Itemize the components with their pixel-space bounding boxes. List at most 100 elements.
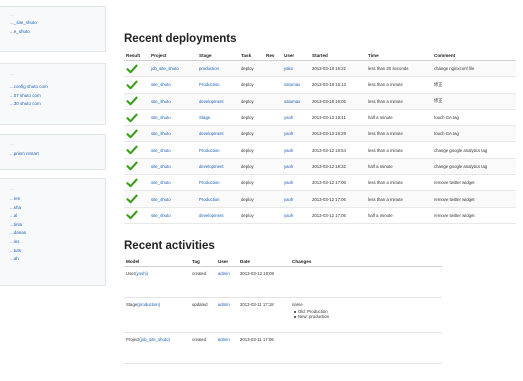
project-link[interactable]: job_site_shuto bbox=[149, 60, 197, 78]
user-link[interactable]: yaoh bbox=[282, 125, 310, 143]
column-header[interactable]: Time bbox=[366, 50, 432, 61]
column-header[interactable]: Result bbox=[124, 50, 149, 61]
check-icon bbox=[126, 194, 138, 204]
user-link[interactable]: admin bbox=[216, 332, 238, 364]
project-link[interactable]: site_shuto bbox=[149, 174, 197, 192]
stage-link[interactable]: Production bbox=[197, 141, 239, 159]
stage-link[interactable]: Production bbox=[197, 174, 239, 192]
changes-title: name bbox=[292, 302, 303, 307]
started-cell: 2013-03-13 18:41 bbox=[310, 109, 366, 127]
project-link[interactable]: site_shuto bbox=[149, 141, 197, 159]
column-header[interactable]: User bbox=[216, 256, 238, 267]
sidebar-link[interactable]: ...tinla bbox=[10, 222, 105, 228]
sidebar-link[interactable]: ...ah bbox=[10, 256, 105, 262]
sidebar-link[interactable]: ...ren bbox=[10, 196, 105, 202]
model-name: User bbox=[126, 271, 136, 276]
column-header[interactable]: Date bbox=[238, 256, 290, 267]
deployment-row[interactable]: site_shuto Production deploy yaoh 2013-03-12… bbox=[124, 190, 516, 208]
column-header[interactable]: User bbox=[282, 50, 310, 61]
sidebar-link[interactable]: ...danas bbox=[10, 230, 105, 236]
user-link[interactable]: yaoh bbox=[282, 141, 310, 159]
column-header[interactable]: Project bbox=[149, 50, 197, 61]
stage-link[interactable]: development bbox=[197, 93, 239, 110]
time-cell: less than a minute bbox=[366, 125, 432, 143]
column-header[interactable]: Model bbox=[124, 256, 190, 267]
column-header[interactable]: Comment bbox=[432, 50, 516, 61]
sidebar-link[interactable]: ...e_shuto bbox=[10, 29, 105, 35]
user-link[interactable]: yaoh bbox=[282, 174, 310, 192]
column-header[interactable]: Rev bbox=[264, 50, 282, 61]
deployment-row[interactable]: site_shuto Production deploy yaoh 2013-03-12… bbox=[124, 174, 516, 192]
user-link[interactable]: satomax bbox=[282, 93, 310, 110]
sidebar-link[interactable]: ...sha bbox=[10, 205, 105, 211]
model-name: Project bbox=[126, 337, 140, 342]
sidebar-link[interactable]: ...config shuto com bbox=[10, 84, 105, 90]
project-link[interactable]: site_shuto bbox=[149, 190, 197, 208]
user-link[interactable]: yaoh bbox=[282, 158, 310, 176]
deployment-row[interactable]: site_shuto Production deploy yaoh 2013-03-12… bbox=[124, 141, 516, 159]
task-cell: deploy bbox=[239, 109, 264, 127]
sidebar-section-tasks: ... ...prism restart bbox=[0, 134, 106, 170]
sidebar-link[interactable]: ...prism restart bbox=[10, 151, 105, 157]
column-header[interactable]: Changes bbox=[290, 256, 442, 267]
change-item: New: production bbox=[292, 314, 440, 320]
started-cell: 2013-03-12 17:06 bbox=[310, 190, 366, 208]
rev-cell bbox=[264, 190, 282, 208]
deployments-header-row: Result Project Stage Task Rev User Started Time… bbox=[124, 50, 516, 61]
time-cell: less than a minute bbox=[366, 76, 432, 94]
deployment-row[interactable]: site_shuto development deploy yaoh 2013-03-1… bbox=[124, 158, 516, 176]
comment-cell: remove twitter widget bbox=[432, 190, 516, 208]
deployment-row[interactable]: site_shuto development deploy satomax 2013-0… bbox=[124, 93, 516, 110]
user-link[interactable]: yaoh bbox=[282, 207, 310, 224]
model-cell: Project(job_site_shuto) bbox=[124, 332, 190, 364]
model-link[interactable]: (job_site_shuto) bbox=[139, 337, 170, 342]
started-cell: 2013-03-12 18:54 bbox=[310, 141, 366, 159]
stage-link[interactable]: Stage bbox=[197, 109, 239, 127]
stage-link[interactable]: development bbox=[197, 158, 239, 176]
model-link[interactable]: (production) bbox=[137, 302, 160, 307]
column-header[interactable]: Tag bbox=[190, 256, 216, 267]
stage-link[interactable]: production bbox=[197, 60, 239, 78]
user-link[interactable]: yaoh bbox=[282, 190, 310, 208]
sidebar-link[interactable]: ...ins bbox=[10, 239, 105, 245]
deployment-row[interactable]: job_site_shuto production deploy yako 2013-0… bbox=[124, 60, 516, 78]
sidebar-link[interactable]: ...30 shuto com bbox=[10, 101, 105, 107]
rev-cell bbox=[264, 109, 282, 127]
rev-cell bbox=[264, 207, 282, 224]
deployment-row[interactable]: site_shuto development deploy yaoh 2013-03-1… bbox=[124, 207, 516, 224]
project-link[interactable]: site_shuto bbox=[149, 109, 197, 127]
deployment-row[interactable]: site_shuto Stage deploy yaoh 2013-03-13 18:4… bbox=[124, 109, 516, 127]
sidebar-link[interactable]: ...07 shuto com bbox=[10, 93, 105, 99]
user-link[interactable]: yaoh bbox=[282, 109, 310, 127]
deployment-row[interactable]: site_shuto Production deploy satomax 2013-03… bbox=[124, 76, 516, 94]
tag-cell: created bbox=[190, 332, 216, 364]
user-link[interactable]: yako bbox=[282, 60, 310, 78]
stage-link[interactable]: development bbox=[197, 125, 239, 143]
sidebar-link[interactable]: ...tuts bbox=[10, 248, 105, 254]
result-cell bbox=[124, 125, 149, 143]
project-link[interactable]: site_shuto bbox=[149, 93, 197, 110]
column-header[interactable]: Started bbox=[310, 50, 366, 61]
stage-link[interactable]: Production bbox=[197, 76, 239, 94]
rev-cell bbox=[264, 141, 282, 159]
rev-cell bbox=[264, 174, 282, 192]
stage-link[interactable]: Production bbox=[197, 190, 239, 208]
stage-link[interactable]: development bbox=[197, 207, 239, 224]
user-link[interactable]: admin bbox=[216, 297, 238, 333]
model-link[interactable]: (yoshi) bbox=[135, 271, 148, 276]
project-link[interactable]: site_shuto bbox=[149, 76, 197, 94]
column-header[interactable]: Task bbox=[239, 50, 264, 61]
project-link[interactable]: site_shuto bbox=[149, 158, 197, 176]
check-icon bbox=[126, 64, 138, 73]
tag-cell: updated bbox=[190, 297, 216, 333]
result-cell bbox=[124, 190, 149, 208]
project-link[interactable]: site_shuto bbox=[149, 125, 197, 143]
user-link[interactable]: admin bbox=[216, 266, 238, 298]
column-header[interactable]: Stage bbox=[197, 50, 239, 61]
deployment-row[interactable]: site_shuto development deploy yaoh 2013-03-1… bbox=[124, 125, 516, 143]
user-link[interactable]: satomax bbox=[282, 76, 310, 94]
project-link[interactable]: site_shuto bbox=[149, 207, 197, 224]
time-cell: less than a minute bbox=[366, 174, 432, 192]
sidebar-link[interactable]: ..._site_shuto bbox=[10, 20, 105, 26]
sidebar-link[interactable]: ...al bbox=[10, 213, 105, 219]
